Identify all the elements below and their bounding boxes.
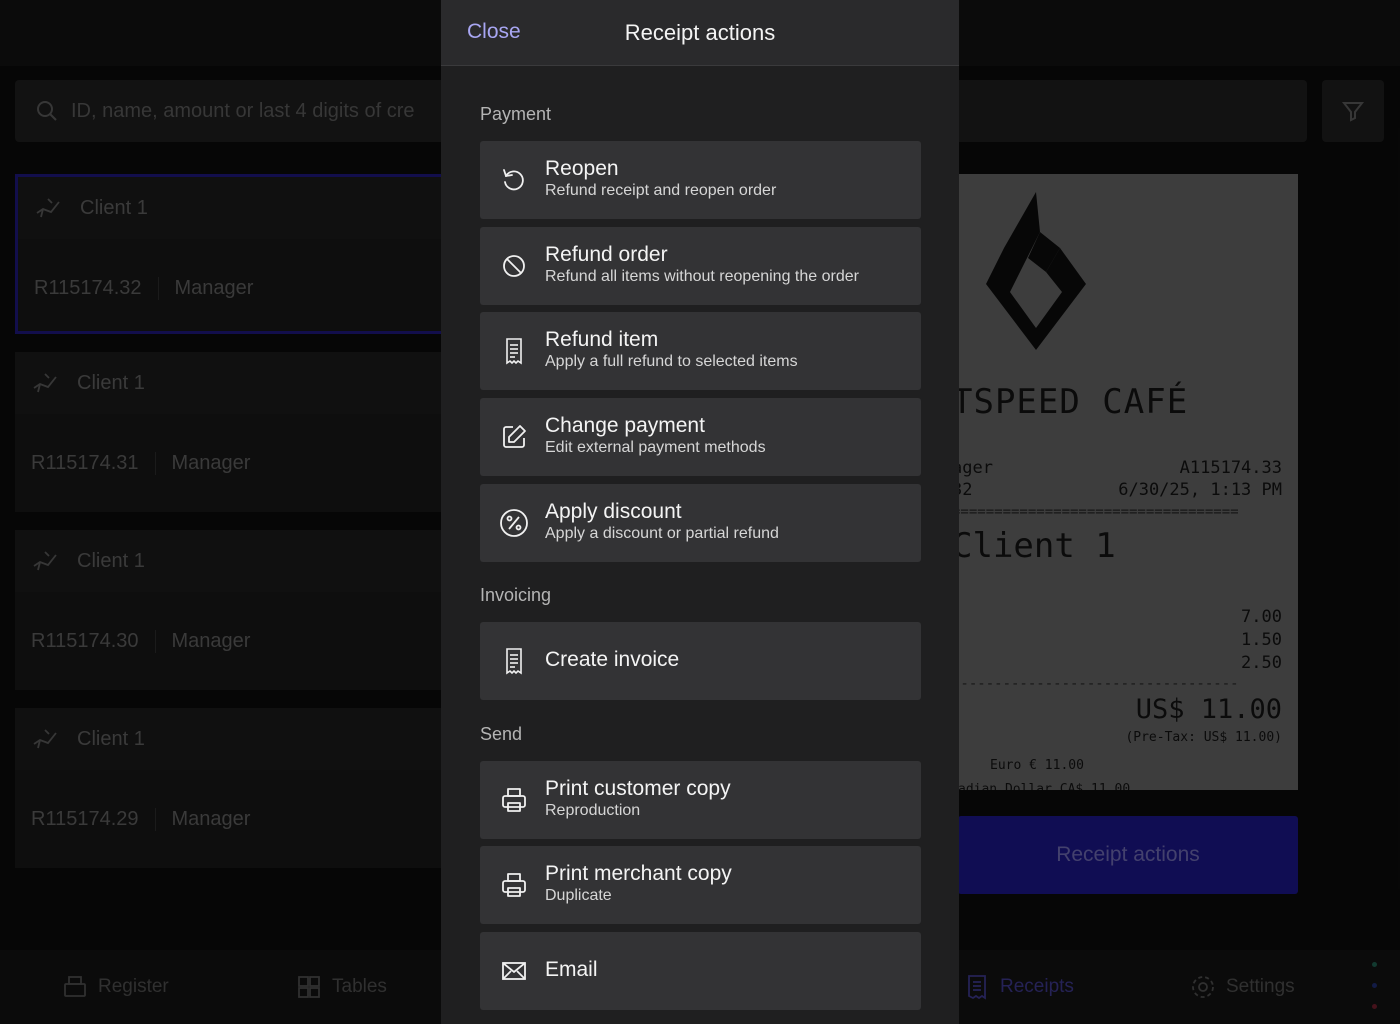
refund-order-subtitle: Refund all items without reopening the o… xyxy=(545,268,859,285)
print-customer-copy-button[interactable]: Print customer copy Reproduction xyxy=(480,761,921,839)
section-invoicing: Invoicing xyxy=(480,585,552,605)
printer-icon xyxy=(502,873,526,897)
print-merchant-title: Print merchant copy xyxy=(545,862,732,885)
no-entry-icon xyxy=(503,255,525,277)
refresh-icon xyxy=(503,169,524,191)
receipt-icon xyxy=(506,338,522,365)
print-merchant-copy-button[interactable]: Print merchant copy Duplicate xyxy=(480,846,921,924)
change-payment-button[interactable]: Change payment Edit external payment met… xyxy=(480,398,921,476)
refund-item-button[interactable]: Refund item Apply a full refund to selec… xyxy=(480,312,921,390)
receipt-actions-modal: Close Receipt actions Payment Reopen Ref… xyxy=(441,0,959,1024)
refund-item-subtitle: Apply a full refund to selected items xyxy=(545,353,798,370)
change-payment-subtitle: Edit external payment methods xyxy=(545,439,766,456)
modal-title: Receipt actions xyxy=(624,20,776,45)
edit-icon xyxy=(503,425,526,448)
printer-icon xyxy=(502,788,526,812)
reopen-button[interactable]: Reopen Refund receipt and reopen order xyxy=(480,141,921,219)
print-merchant-subtitle: Duplicate xyxy=(545,887,612,904)
apply-discount-title: Apply discount xyxy=(545,500,682,523)
create-invoice-button[interactable]: Create invoice xyxy=(480,622,921,700)
change-payment-title: Change payment xyxy=(545,414,705,437)
receipt-icon xyxy=(506,648,522,675)
refund-order-button[interactable]: Refund order Refund all items without re… xyxy=(480,227,921,305)
print-customer-subtitle: Reproduction xyxy=(545,802,641,819)
email-title: Email xyxy=(545,958,598,981)
create-invoice-title: Create invoice xyxy=(545,648,680,671)
apply-discount-button[interactable]: Apply discount Apply a discount or parti… xyxy=(480,484,921,562)
refund-order-title: Refund order xyxy=(545,243,668,266)
modal-header: Close Receipt actions xyxy=(441,0,959,66)
section-send: Send xyxy=(480,724,523,744)
refund-item-title: Refund item xyxy=(545,328,659,351)
print-customer-title: Print customer copy xyxy=(545,777,731,800)
section-payment: Payment xyxy=(480,104,552,124)
percent-icon xyxy=(500,509,528,537)
email-button[interactable]: Email xyxy=(480,932,921,1010)
reopen-title: Reopen xyxy=(545,157,619,180)
reopen-subtitle: Refund receipt and reopen order xyxy=(545,182,777,199)
apply-discount-subtitle: Apply a discount or partial refund xyxy=(545,525,779,542)
envelope-icon xyxy=(502,962,526,980)
